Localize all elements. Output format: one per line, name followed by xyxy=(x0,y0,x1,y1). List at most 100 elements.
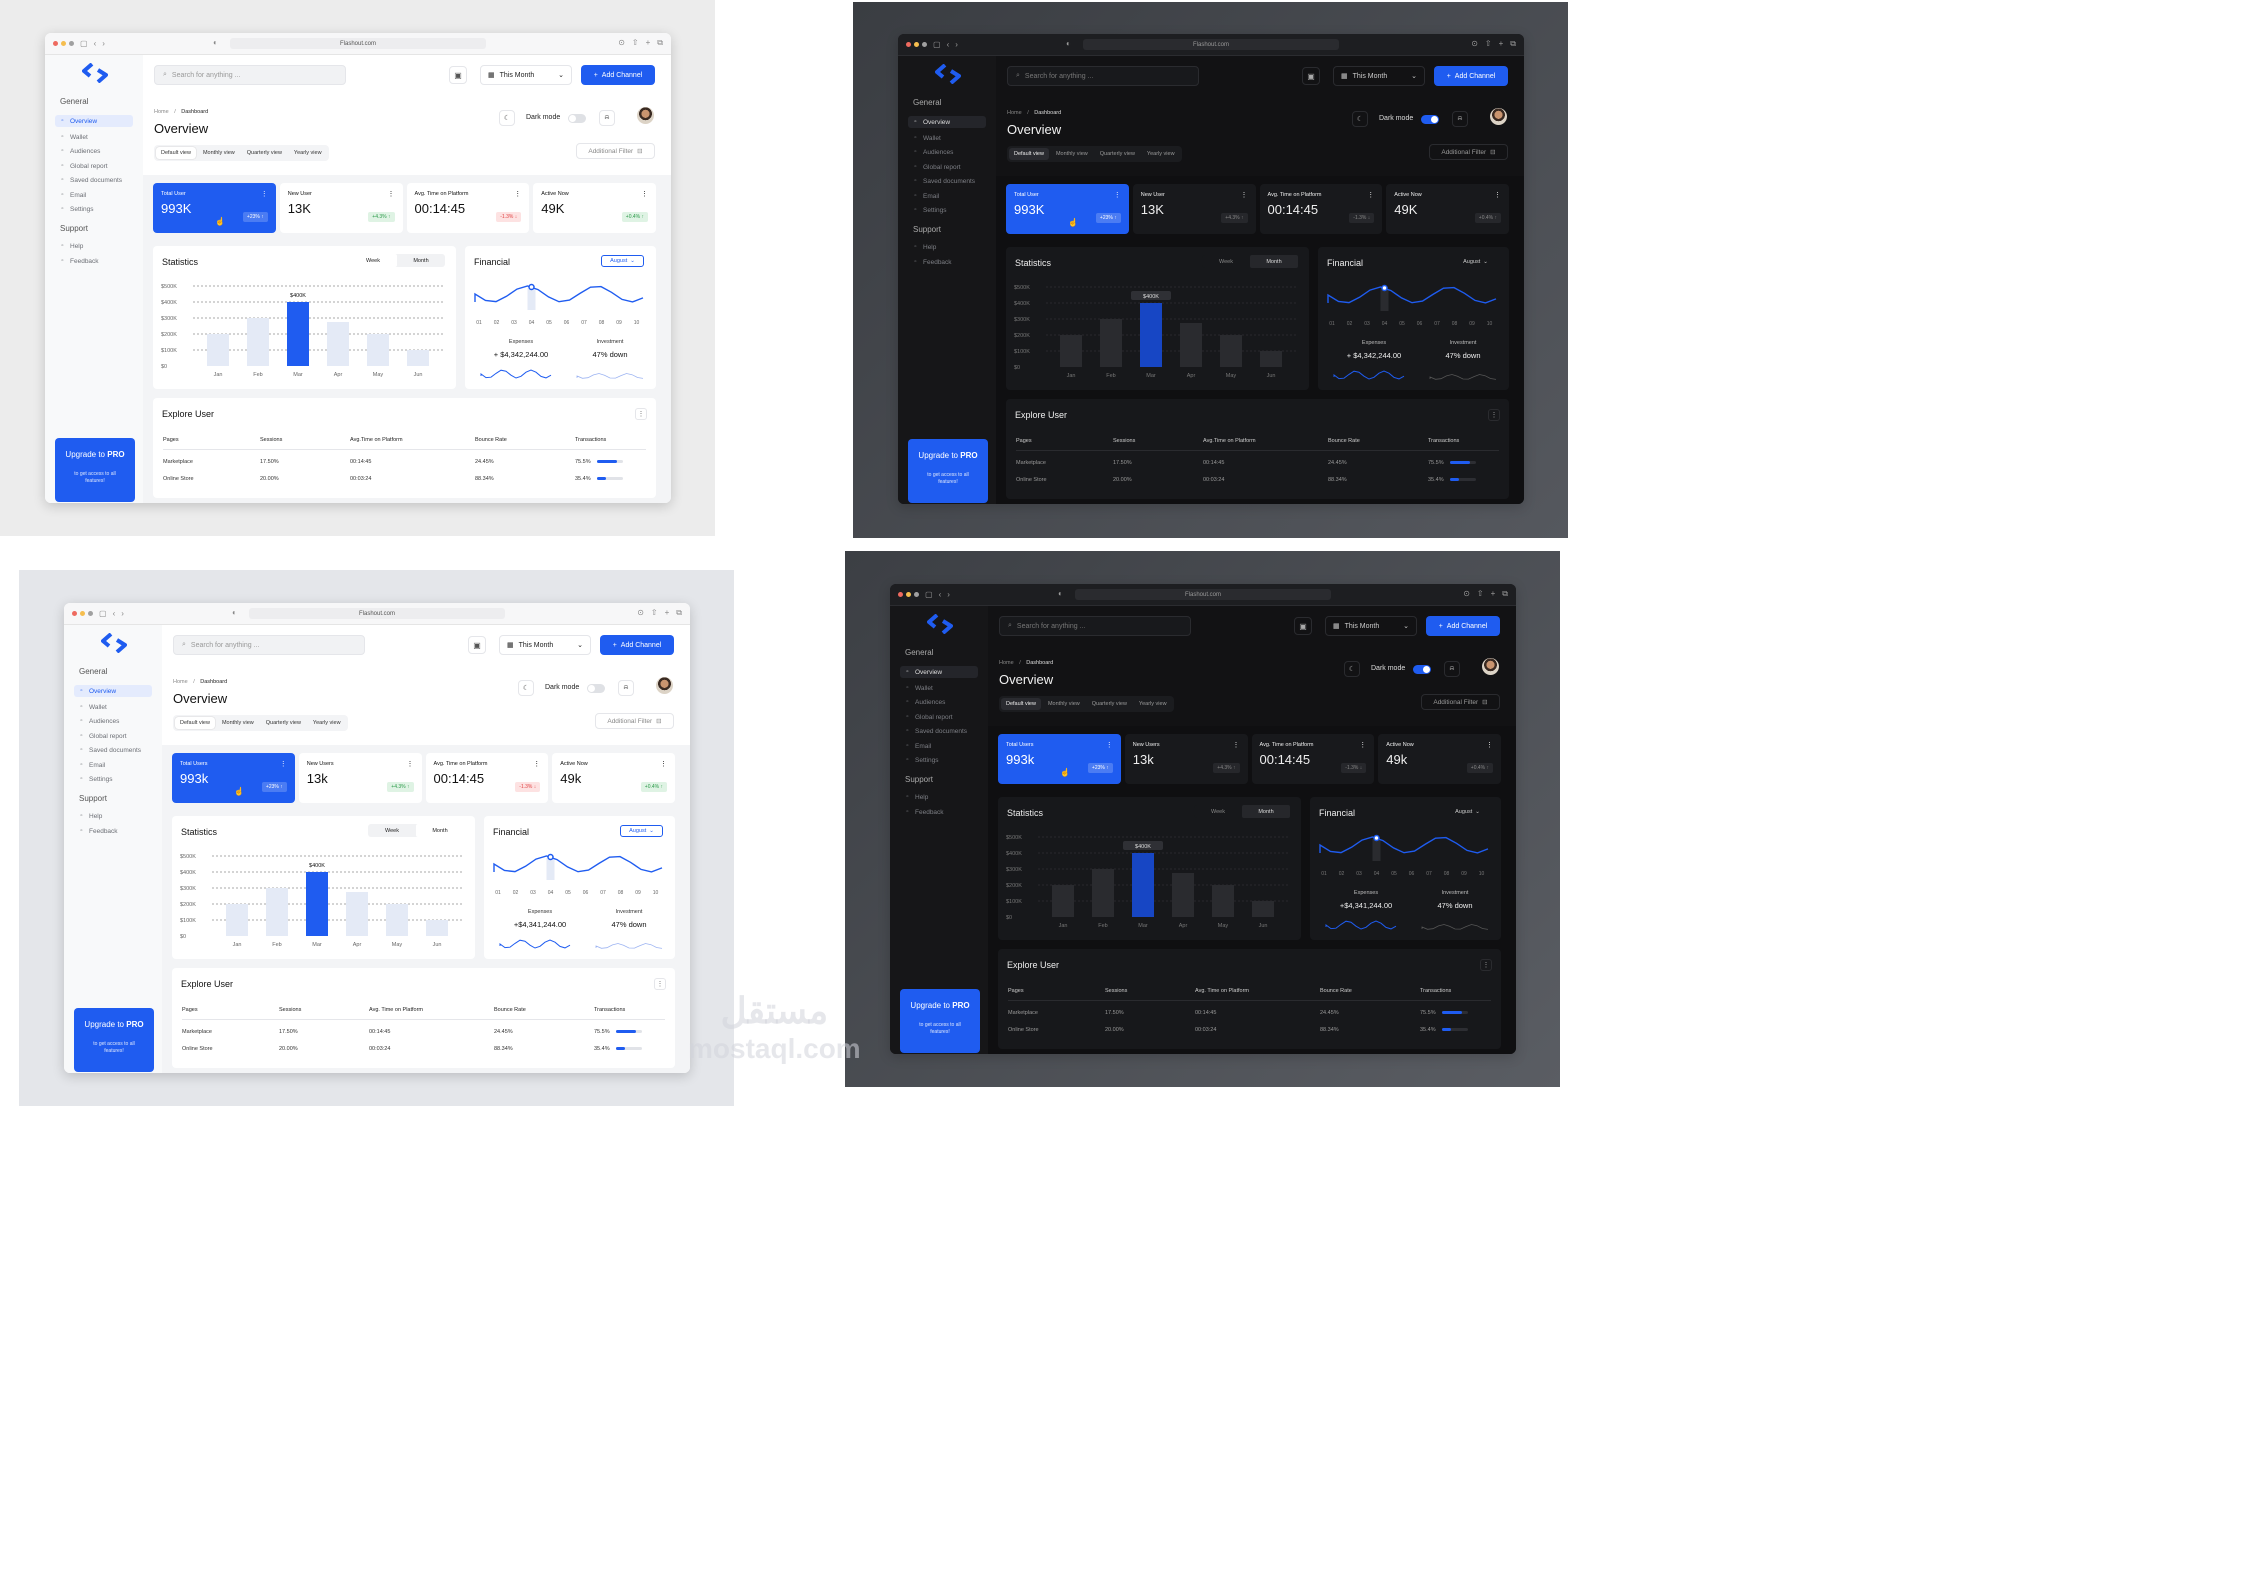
sidebar-item-saved-documents[interactable]: ▫ Saved documents xyxy=(55,174,133,186)
sidebar-item-wallet[interactable]: ▫ Wallet xyxy=(74,701,152,713)
address-bar[interactable]: Flashout.com xyxy=(1083,39,1339,50)
more-icon[interactable]: ⋮ xyxy=(514,190,521,198)
image-button[interactable]: ▣ xyxy=(1302,67,1320,85)
search-input[interactable]: ⌕ Search for anything ... xyxy=(154,65,346,85)
forward-icon[interactable]: › xyxy=(102,39,105,49)
sidebar-item-email[interactable]: ▫ Email xyxy=(74,759,152,771)
tab-yearly-view[interactable]: Yearly view xyxy=(1142,148,1180,160)
search-input[interactable]: ⌕ Search for anything ... xyxy=(1007,66,1199,86)
bar-may[interactable] xyxy=(367,334,389,366)
bar-jan[interactable] xyxy=(207,334,229,366)
sidebar-item-help[interactable]: ▫ Help xyxy=(74,810,152,822)
tabs-icon[interactable]: ⧉ xyxy=(1510,39,1516,49)
sidebar-item-audiences[interactable]: ▫ Audiences xyxy=(74,715,152,727)
sidebar-item-wallet[interactable]: ▫ Wallet xyxy=(908,132,986,144)
tab-monthly-view[interactable]: Monthly view xyxy=(1051,148,1093,160)
forward-icon[interactable]: › xyxy=(955,40,958,50)
minimize-dot[interactable] xyxy=(906,592,911,597)
tab-quarterly-view[interactable]: Quarterly view xyxy=(261,717,306,729)
zoom-dot[interactable] xyxy=(914,592,919,597)
sidebar-item-settings[interactable]: ▫ Settings xyxy=(908,204,986,216)
image-button[interactable]: ▣ xyxy=(449,66,467,84)
shield-icon[interactable]: ◐ xyxy=(1066,39,1071,49)
zoom-dot[interactable] xyxy=(922,42,927,47)
more-icon[interactable]: ⋮ xyxy=(1359,741,1366,749)
sidebar-item-email[interactable]: ▫ Email xyxy=(908,190,986,202)
more-icon[interactable]: ⋮ xyxy=(388,190,395,198)
sidebar-item-settings[interactable]: ▫ Settings xyxy=(55,203,133,215)
kpi-card[interactable]: Active Now 49k ⋮ +0.4% ↑ xyxy=(1378,734,1501,784)
more-icon[interactable]: ⋮ xyxy=(533,760,540,768)
image-button[interactable]: ▣ xyxy=(468,636,486,654)
more-icon[interactable]: ⋮ xyxy=(654,978,666,990)
sidebar-toggle-icon[interactable]: ▢ xyxy=(99,609,107,619)
bar-mar[interactable] xyxy=(1140,303,1162,367)
more-icon[interactable]: ⋮ xyxy=(1488,409,1500,421)
sidebar-toggle-icon[interactable]: ▢ xyxy=(925,590,933,600)
back-icon[interactable]: ‹ xyxy=(113,609,116,619)
avatar[interactable] xyxy=(637,107,654,124)
image-button[interactable]: ▣ xyxy=(1294,617,1312,635)
moon-icon[interactable]: ☾ xyxy=(499,110,515,126)
tabs-icon[interactable]: ⧉ xyxy=(676,608,682,618)
sidebar-item-overview[interactable]: ▫ Overview xyxy=(900,666,978,678)
download-icon[interactable]: ⊙ xyxy=(637,608,644,618)
bar-mar[interactable] xyxy=(1132,853,1154,917)
sidebar-item-help[interactable]: ▫ Help xyxy=(908,241,986,253)
more-icon[interactable]: ⋮ xyxy=(1367,191,1374,199)
upgrade-card[interactable]: Upgrade to PRO to get access to all feat… xyxy=(900,989,980,1053)
kpi-card[interactable]: Active Now 49K ⋮ +0.4% ↑ xyxy=(1386,184,1509,234)
sidebar-item-email[interactable]: ▫ Email xyxy=(55,189,133,201)
search-input[interactable]: ⌕ Search for anything ... xyxy=(173,635,365,655)
shield-icon[interactable]: ◐ xyxy=(213,38,218,48)
breadcrumb-home[interactable]: Home xyxy=(173,679,188,685)
sidebar-item-wallet[interactable]: ▫ Wallet xyxy=(900,682,978,694)
moon-icon[interactable]: ☾ xyxy=(1352,111,1368,127)
kpi-card[interactable]: New User 13K ⋮ +4.3% ↑ xyxy=(279,183,403,233)
sidebar-item-help[interactable]: ▫ Help xyxy=(55,240,133,252)
new-tab-icon[interactable]: + xyxy=(665,608,670,618)
bar-apr[interactable] xyxy=(1172,873,1194,917)
sidebar-item-overview[interactable]: ▫ Overview xyxy=(55,115,133,127)
window-controls[interactable] xyxy=(72,611,93,616)
kpi-card[interactable]: Avg. Time on Platform 00:14:45 ⋮ -1.3% ↓ xyxy=(425,753,549,803)
tabs-icon[interactable]: ⧉ xyxy=(1502,589,1508,599)
tab-yearly-view[interactable]: Yearly view xyxy=(289,147,327,159)
tab-yearly-view[interactable]: Yearly view xyxy=(308,717,346,729)
add-channel-button[interactable]: + Add Channel xyxy=(1434,66,1508,86)
tab-default-view[interactable]: Default view xyxy=(1009,148,1049,160)
notification-icon[interactable]: ⍾ xyxy=(599,110,615,126)
sidebar-item-email[interactable]: ▫ Email xyxy=(900,740,978,752)
sidebar-toggle-icon[interactable]: ▢ xyxy=(80,39,88,49)
additional-filter-button[interactable]: Additional Filter ⊟ xyxy=(1429,144,1508,160)
sidebar-item-feedback[interactable]: ▫ Feedback xyxy=(900,806,978,818)
bar-feb[interactable] xyxy=(247,318,269,366)
bar-jun[interactable] xyxy=(1260,351,1282,367)
tabs-icon[interactable]: ⧉ xyxy=(657,38,663,48)
tab-monthly-view[interactable]: Monthly view xyxy=(198,147,240,159)
forward-icon[interactable]: › xyxy=(121,609,124,619)
period-select[interactable]: ▦ This Month ⌄ xyxy=(1333,66,1425,86)
tab-default-view[interactable]: Default view xyxy=(156,147,196,159)
share-icon[interactable]: ⇧ xyxy=(1477,589,1484,599)
kpi-card[interactable]: Total User 993K ⋮ +23% ↑ ☝ xyxy=(153,183,276,233)
line-marker[interactable] xyxy=(528,283,535,291)
kpi-card[interactable]: Avg. Time on Platform 00:14:45 ⋮ -1.3% ↓ xyxy=(1259,184,1383,234)
more-icon[interactable]: ⋮ xyxy=(635,408,647,420)
sidebar-item-settings[interactable]: ▫ Settings xyxy=(74,773,152,785)
tab-monthly-view[interactable]: Monthly view xyxy=(217,717,259,729)
kpi-card[interactable]: Total Users 993k ⋮ +23% ↑ ☝ xyxy=(998,734,1121,784)
tab-quarterly-view[interactable]: Quarterly view xyxy=(1095,148,1140,160)
bar-jun[interactable] xyxy=(1252,901,1274,917)
dark-mode-toggle[interactable] xyxy=(1421,115,1439,124)
dark-mode-toggle[interactable] xyxy=(1413,665,1431,674)
more-icon[interactable]: ⋮ xyxy=(1494,191,1501,199)
line-marker[interactable] xyxy=(1373,834,1380,842)
address-bar[interactable]: Flashout.com xyxy=(230,38,486,49)
add-channel-button[interactable]: + Add Channel xyxy=(581,65,655,85)
more-icon[interactable]: ⋮ xyxy=(660,760,667,768)
sidebar-toggle-icon[interactable]: ▢ xyxy=(933,40,941,50)
more-icon[interactable]: ⋮ xyxy=(280,760,287,768)
tab-default-view[interactable]: Default view xyxy=(1001,698,1041,710)
breadcrumb-home[interactable]: Home xyxy=(999,660,1014,666)
